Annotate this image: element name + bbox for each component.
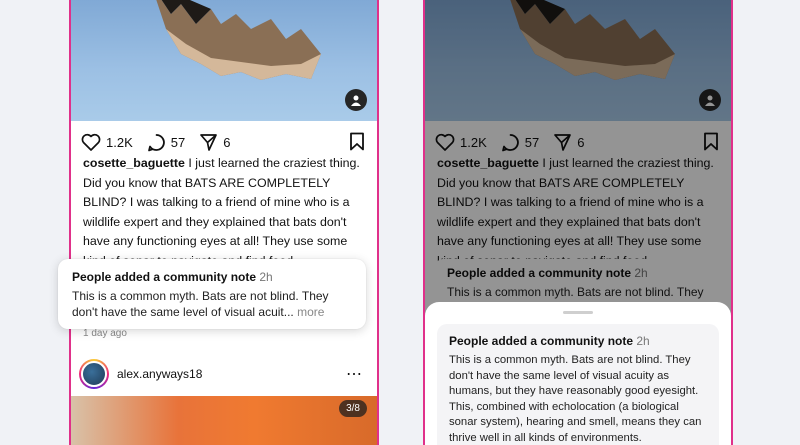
share-icon bbox=[200, 134, 218, 151]
sheet-grabber[interactable] bbox=[563, 311, 593, 314]
bookmark-button[interactable] bbox=[349, 132, 365, 154]
avatar[interactable] bbox=[79, 359, 109, 389]
community-note-card[interactable]: People added a community note 2h This is… bbox=[58, 259, 366, 329]
community-note-time: 2h bbox=[259, 270, 273, 284]
more-icon[interactable]: ⋯ bbox=[346, 364, 363, 384]
share-button[interactable]: 6 bbox=[199, 133, 230, 151]
see-more-link[interactable]: more bbox=[297, 305, 324, 319]
like-count: 1.2K bbox=[106, 134, 133, 150]
phone-screen-right: 1.2K 57 6 cosette_baguette I just learne… bbox=[423, 0, 733, 445]
caption-username[interactable]: cosette_baguette bbox=[83, 156, 185, 170]
user-tag-icon[interactable] bbox=[345, 89, 367, 111]
community-note-title: People added a community note 2h bbox=[72, 270, 273, 284]
post-photo[interactable] bbox=[71, 0, 377, 121]
next-post-header: alex.anyways18 ⋯ bbox=[79, 358, 367, 390]
community-note-expanded: People added a community note 2h This is… bbox=[437, 324, 719, 445]
share-count: 6 bbox=[223, 134, 231, 150]
post-time: 1 day ago bbox=[83, 328, 127, 339]
comment-button[interactable]: 57 bbox=[147, 133, 185, 152]
like-button[interactable]: 1.2K bbox=[81, 133, 133, 151]
page-counter: 3/8 bbox=[339, 400, 367, 417]
bat-image bbox=[156, 0, 321, 80]
caption-text: I just learned the craziest thing. Did y… bbox=[83, 156, 360, 268]
bottom-sheet: People added a community note 2h This is… bbox=[425, 302, 731, 445]
post-actions: 1.2K 57 6 bbox=[81, 131, 367, 153]
community-note-preview: This is a common myth. Bats are not blin… bbox=[72, 289, 329, 319]
comment-icon bbox=[147, 133, 165, 151]
next-post-username[interactable]: alex.anyways18 bbox=[117, 367, 202, 381]
comment-count: 57 bbox=[170, 134, 186, 150]
post-caption: cosette_baguette I just learned the craz… bbox=[83, 154, 367, 271]
next-post-photo[interactable] bbox=[71, 396, 377, 445]
phone-screen-left: 1.2K 57 6 cosette_baguette I just learne… bbox=[69, 0, 379, 445]
community-note-time: 2h bbox=[636, 334, 650, 348]
community-note-title: People added a community note 2h bbox=[449, 334, 650, 348]
bookmark-icon bbox=[350, 132, 364, 151]
community-note-full-text: This is a common myth. Bats are not blin… bbox=[449, 354, 702, 444]
heart-icon bbox=[81, 133, 101, 151]
